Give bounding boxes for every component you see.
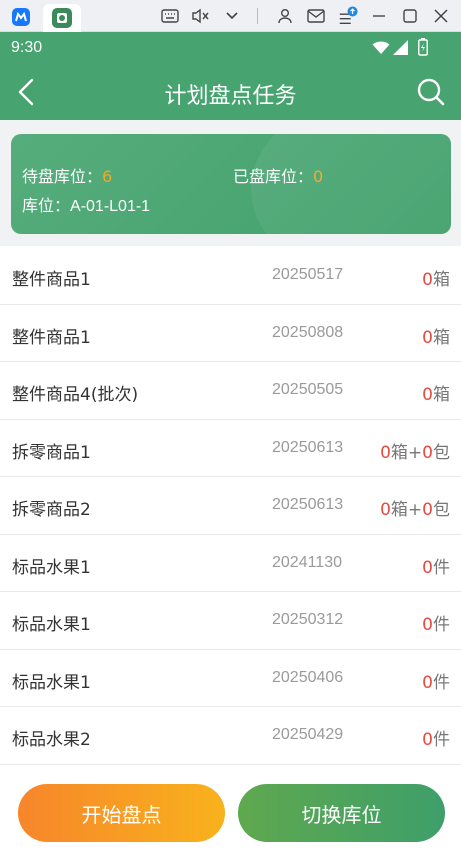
list-item[interactable]: 拆零商品2 20250613 0箱+0包 (0, 477, 461, 535)
item-quantity: 0箱 (422, 323, 450, 348)
switch-location-button[interactable]: 切换库位 (238, 784, 445, 842)
qty-value: 0 (422, 385, 433, 405)
qty-unit: 件 (433, 730, 450, 750)
item-name: 标品水果1 (12, 672, 91, 693)
item-date: 20250613 (272, 438, 344, 456)
item-date: 20250505 (272, 381, 344, 398)
list-item[interactable]: 标品水果2 20250429 0件 (0, 707, 461, 765)
item-date: 20250808 (272, 323, 344, 341)
user-icon[interactable] (275, 6, 295, 26)
qty-value: 0 (422, 730, 433, 750)
divider (257, 8, 258, 24)
item-date: 20241130 (272, 553, 342, 571)
item-list: 整件商品1 20250517 0箱 整件商品1 20250808 0箱 整件商品… (0, 247, 461, 765)
search-icon (417, 78, 445, 106)
list-item[interactable]: 整件商品4(批次) 20250505 0箱 (0, 362, 461, 420)
list-item[interactable]: 标品水果1 20250312 0件 (0, 592, 461, 650)
item-quantity: 0件 (422, 610, 450, 635)
location-label: 库位： (22, 196, 71, 215)
item-quantity: 0件 (422, 725, 450, 750)
qty-value: 0 (380, 442, 391, 463)
item-name: 标品水果1 (12, 615, 91, 635)
page-title: 计划盘点任务 (164, 84, 297, 109)
qty-unit: 箱+ (390, 442, 423, 463)
item-date: 20250406 (272, 668, 344, 686)
item-quantity: 0件 (422, 553, 450, 578)
item-date: 20250517 (272, 266, 344, 283)
current-location: 库位：A-01-L01-1 (22, 192, 150, 216)
qty-value: 0 (422, 270, 433, 290)
qty-unit: 箱 (433, 327, 450, 348)
pending-count: 6 (102, 167, 113, 186)
qty-value: 0 (422, 327, 433, 348)
done-count: 0 (313, 167, 324, 186)
bottom-action-bar: 开始盘点 切换库位 (0, 766, 461, 856)
keyboard-icon[interactable] (160, 6, 180, 26)
pending-locations: 待盘库位：6 (22, 163, 112, 187)
qty-value: 0 (422, 557, 433, 578)
qty-unit: 箱 (433, 385, 450, 405)
item-quantity: 0箱+0包 (380, 438, 450, 463)
item-date: 20250312 (272, 611, 344, 628)
mute-icon[interactable] (190, 6, 210, 26)
item-name: 整件商品1 (12, 270, 91, 290)
qty-unit: 件 (433, 615, 450, 635)
item-name: 标品水果2 (12, 730, 91, 750)
qty-value: 0 (422, 615, 433, 635)
done-label: 已盘库位： (233, 167, 314, 186)
mail-icon[interactable] (306, 6, 326, 26)
app-header: 计划盘点任务 (0, 64, 461, 120)
item-name: 拆零商品1 (12, 442, 91, 463)
app-tab-icon[interactable] (6, 4, 36, 30)
item-quantity: 0件 (422, 668, 450, 693)
list-item[interactable]: 标品水果1 20250406 0件 (0, 649, 461, 707)
battery-icon (418, 38, 428, 60)
qty-unit: 件 (433, 672, 450, 693)
done-locations: 已盘库位：0 (233, 163, 323, 187)
search-button[interactable] (415, 76, 447, 108)
summary-card: 待盘库位：6 已盘库位：0 库位：A-01-L01-1 (11, 134, 451, 234)
qty-value: 0 (422, 672, 433, 693)
list-item[interactable]: 标品水果1 20241130 0件 (0, 534, 461, 592)
qty-value: 0 (380, 500, 391, 520)
list-item[interactable]: 拆零商品1 20250613 0箱+0包 (0, 419, 461, 477)
wifi-icon (372, 40, 390, 59)
qty-unit: 箱+ (390, 500, 423, 520)
list-item[interactable]: 整件商品1 20250517 0箱 (0, 247, 461, 305)
qty-unit: 件 (433, 557, 450, 578)
list-item[interactable]: 整件商品1 20250808 0箱 (0, 304, 461, 362)
qty-unit-2: 包 (433, 442, 450, 463)
pending-label: 待盘库位： (22, 167, 103, 186)
item-name: 整件商品1 (12, 327, 91, 348)
start-count-button[interactable]: 开始盘点 (18, 784, 225, 842)
signal-icon (393, 40, 409, 59)
item-quantity: 0箱+0包 (380, 495, 450, 520)
qty-unit-2: 包 (433, 500, 450, 520)
item-name: 标品水果1 (12, 557, 91, 578)
qty-value-2: 0 (422, 500, 433, 520)
location-value: A-01-L01-1 (70, 198, 151, 215)
qty-unit: 箱 (433, 270, 450, 290)
chevron-down-icon[interactable] (222, 6, 242, 26)
item-name: 拆零商品2 (12, 500, 91, 520)
app-tab-icon-active[interactable] (43, 4, 81, 32)
item-quantity: 0箱 (422, 265, 450, 290)
minimize-icon[interactable] (369, 6, 389, 26)
emulator-toolbar (0, 0, 461, 32)
close-icon[interactable] (431, 6, 451, 26)
menu-upload-icon[interactable] (338, 6, 358, 26)
status-time: 9:30 (11, 39, 43, 56)
status-bar: 9:30 (0, 32, 461, 64)
item-name: 整件商品4(批次) (12, 385, 139, 405)
item-date: 20250429 (272, 726, 344, 743)
maximize-icon[interactable] (400, 6, 420, 26)
qty-value-2: 0 (422, 442, 433, 463)
item-date: 20250613 (272, 496, 344, 513)
item-quantity: 0箱 (422, 380, 450, 405)
